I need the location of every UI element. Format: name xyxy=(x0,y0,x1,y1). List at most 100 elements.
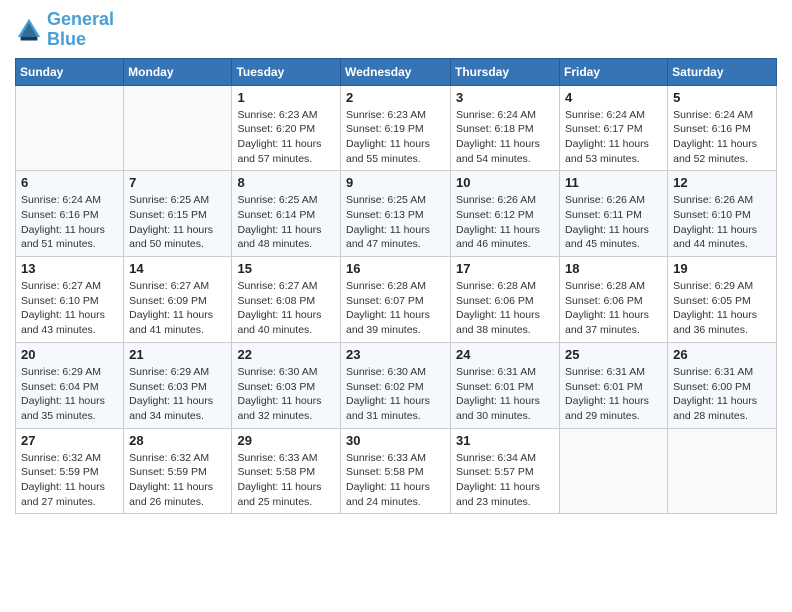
calendar-cell: 28 Sunrise: 6:32 AM Sunset: 5:59 PM Dayli… xyxy=(124,428,232,514)
day-number: 17 xyxy=(456,261,554,276)
cell-info: Sunrise: 6:23 AM Sunset: 6:19 PM Dayligh… xyxy=(346,108,445,167)
cell-info: Sunrise: 6:24 AM Sunset: 6:16 PM Dayligh… xyxy=(21,193,118,252)
day-number: 26 xyxy=(673,347,771,362)
day-number: 15 xyxy=(237,261,335,276)
calendar-cell: 8 Sunrise: 6:25 AM Sunset: 6:14 PM Daylig… xyxy=(232,171,341,257)
day-number: 18 xyxy=(565,261,662,276)
day-number: 12 xyxy=(673,175,771,190)
cell-info: Sunrise: 6:27 AM Sunset: 6:10 PM Dayligh… xyxy=(21,279,118,338)
cell-info: Sunrise: 6:32 AM Sunset: 5:59 PM Dayligh… xyxy=(21,451,118,510)
cell-info: Sunrise: 6:25 AM Sunset: 6:15 PM Dayligh… xyxy=(129,193,226,252)
calendar-cell: 3 Sunrise: 6:24 AM Sunset: 6:18 PM Daylig… xyxy=(451,85,560,171)
day-header-sunday: Sunday xyxy=(16,58,124,85)
cell-info: Sunrise: 6:34 AM Sunset: 5:57 PM Dayligh… xyxy=(456,451,554,510)
day-number: 7 xyxy=(129,175,226,190)
cell-info: Sunrise: 6:28 AM Sunset: 6:06 PM Dayligh… xyxy=(456,279,554,338)
cell-info: Sunrise: 6:24 AM Sunset: 6:18 PM Dayligh… xyxy=(456,108,554,167)
week-row-2: 6 Sunrise: 6:24 AM Sunset: 6:16 PM Daylig… xyxy=(16,171,777,257)
header: GeneralBlue xyxy=(15,10,777,50)
cell-info: Sunrise: 6:26 AM Sunset: 6:12 PM Dayligh… xyxy=(456,193,554,252)
cell-info: Sunrise: 6:29 AM Sunset: 6:05 PM Dayligh… xyxy=(673,279,771,338)
cell-info: Sunrise: 6:30 AM Sunset: 6:02 PM Dayligh… xyxy=(346,365,445,424)
cell-info: Sunrise: 6:31 AM Sunset: 6:01 PM Dayligh… xyxy=(565,365,662,424)
week-row-5: 27 Sunrise: 6:32 AM Sunset: 5:59 PM Dayli… xyxy=(16,428,777,514)
logo-text: GeneralBlue xyxy=(47,10,114,50)
calendar-cell: 15Sunrise: 6:27 AM Sunset: 6:08 PM Dayli… xyxy=(232,257,341,343)
day-number: 8 xyxy=(237,175,335,190)
day-number: 28 xyxy=(129,433,226,448)
cell-info: Sunrise: 6:32 AM Sunset: 5:59 PM Dayligh… xyxy=(129,451,226,510)
calendar-cell: 22Sunrise: 6:30 AM Sunset: 6:03 PM Dayli… xyxy=(232,342,341,428)
logo: GeneralBlue xyxy=(15,10,114,50)
logo-blue: Blue xyxy=(47,29,86,49)
cell-info: Sunrise: 6:24 AM Sunset: 6:16 PM Dayligh… xyxy=(673,108,771,167)
day-header-monday: Monday xyxy=(124,58,232,85)
cell-info: Sunrise: 6:25 AM Sunset: 6:14 PM Dayligh… xyxy=(237,193,335,252)
cell-info: Sunrise: 6:29 AM Sunset: 6:04 PM Dayligh… xyxy=(21,365,118,424)
day-header-tuesday: Tuesday xyxy=(232,58,341,85)
day-number: 21 xyxy=(129,347,226,362)
day-number: 4 xyxy=(565,90,662,105)
cell-info: Sunrise: 6:31 AM Sunset: 6:01 PM Dayligh… xyxy=(456,365,554,424)
calendar-cell: 7 Sunrise: 6:25 AM Sunset: 6:15 PM Daylig… xyxy=(124,171,232,257)
calendar-cell: 20Sunrise: 6:29 AM Sunset: 6:04 PM Dayli… xyxy=(16,342,124,428)
day-number: 24 xyxy=(456,347,554,362)
cell-info: Sunrise: 6:28 AM Sunset: 6:06 PM Dayligh… xyxy=(565,279,662,338)
day-number: 1 xyxy=(237,90,335,105)
cell-info: Sunrise: 6:33 AM Sunset: 5:58 PM Dayligh… xyxy=(346,451,445,510)
cell-info: Sunrise: 6:28 AM Sunset: 6:07 PM Dayligh… xyxy=(346,279,445,338)
calendar-cell xyxy=(124,85,232,171)
day-number: 16 xyxy=(346,261,445,276)
day-header-saturday: Saturday xyxy=(668,58,777,85)
calendar-cell: 10 Sunrise: 6:26 AM Sunset: 6:12 PM Dayli… xyxy=(451,171,560,257)
day-number: 5 xyxy=(673,90,771,105)
day-number: 6 xyxy=(21,175,118,190)
calendar-cell: 27 Sunrise: 6:32 AM Sunset: 5:59 PM Dayli… xyxy=(16,428,124,514)
calendar-cell: 2 Sunrise: 6:23 AM Sunset: 6:19 PM Daylig… xyxy=(341,85,451,171)
day-header-wednesday: Wednesday xyxy=(341,58,451,85)
cell-info: Sunrise: 6:26 AM Sunset: 6:11 PM Dayligh… xyxy=(565,193,662,252)
day-number: 2 xyxy=(346,90,445,105)
page: GeneralBlue SundayMondayTuesdayWednesday… xyxy=(0,0,792,612)
cell-info: Sunrise: 6:25 AM Sunset: 6:13 PM Dayligh… xyxy=(346,193,445,252)
day-number: 23 xyxy=(346,347,445,362)
cell-info: Sunrise: 6:23 AM Sunset: 6:20 PM Dayligh… xyxy=(237,108,335,167)
calendar-cell: 26 Sunrise: 6:31 AM Sunset: 6:00 PM Dayli… xyxy=(668,342,777,428)
calendar-cell xyxy=(668,428,777,514)
logo-general: General xyxy=(47,9,114,29)
calendar-cell: 23 Sunrise: 6:30 AM Sunset: 6:02 PM Dayli… xyxy=(341,342,451,428)
calendar-cell: 25 Sunrise: 6:31 AM Sunset: 6:01 PM Dayli… xyxy=(560,342,668,428)
day-number: 3 xyxy=(456,90,554,105)
calendar-cell xyxy=(16,85,124,171)
calendar-cell: 11Sunrise: 6:26 AM Sunset: 6:11 PM Dayli… xyxy=(560,171,668,257)
calendar-cell: 24 Sunrise: 6:31 AM Sunset: 6:01 PM Dayli… xyxy=(451,342,560,428)
calendar-cell: 12 Sunrise: 6:26 AM Sunset: 6:10 PM Dayli… xyxy=(668,171,777,257)
calendar-cell: 16 Sunrise: 6:28 AM Sunset: 6:07 PM Dayli… xyxy=(341,257,451,343)
day-number: 25 xyxy=(565,347,662,362)
calendar-cell: 17 Sunrise: 6:28 AM Sunset: 6:06 PM Dayli… xyxy=(451,257,560,343)
day-number: 30 xyxy=(346,433,445,448)
week-row-3: 13Sunrise: 6:27 AM Sunset: 6:10 PM Dayli… xyxy=(16,257,777,343)
cell-info: Sunrise: 6:27 AM Sunset: 6:09 PM Dayligh… xyxy=(129,279,226,338)
day-number: 10 xyxy=(456,175,554,190)
calendar-cell: 30 Sunrise: 6:33 AM Sunset: 5:58 PM Dayli… xyxy=(341,428,451,514)
calendar-cell: 19 Sunrise: 6:29 AM Sunset: 6:05 PM Dayli… xyxy=(668,257,777,343)
cell-info: Sunrise: 6:24 AM Sunset: 6:17 PM Dayligh… xyxy=(565,108,662,167)
day-number: 9 xyxy=(346,175,445,190)
calendar-cell: 4 Sunrise: 6:24 AM Sunset: 6:17 PM Daylig… xyxy=(560,85,668,171)
calendar-cell xyxy=(560,428,668,514)
cell-info: Sunrise: 6:26 AM Sunset: 6:10 PM Dayligh… xyxy=(673,193,771,252)
calendar-cell: 9 Sunrise: 6:25 AM Sunset: 6:13 PM Daylig… xyxy=(341,171,451,257)
day-number: 19 xyxy=(673,261,771,276)
logo-icon xyxy=(15,16,43,44)
cell-info: Sunrise: 6:31 AM Sunset: 6:00 PM Dayligh… xyxy=(673,365,771,424)
day-number: 31 xyxy=(456,433,554,448)
cell-info: Sunrise: 6:30 AM Sunset: 6:03 PM Dayligh… xyxy=(237,365,335,424)
calendar-cell: 14Sunrise: 6:27 AM Sunset: 6:09 PM Dayli… xyxy=(124,257,232,343)
day-header-thursday: Thursday xyxy=(451,58,560,85)
calendar-cell: 5 Sunrise: 6:24 AM Sunset: 6:16 PM Daylig… xyxy=(668,85,777,171)
calendar-cell: 29Sunrise: 6:33 AM Sunset: 5:58 PM Dayli… xyxy=(232,428,341,514)
calendar-cell: 13Sunrise: 6:27 AM Sunset: 6:10 PM Dayli… xyxy=(16,257,124,343)
calendar-cell: 6 Sunrise: 6:24 AM Sunset: 6:16 PM Daylig… xyxy=(16,171,124,257)
day-number: 27 xyxy=(21,433,118,448)
